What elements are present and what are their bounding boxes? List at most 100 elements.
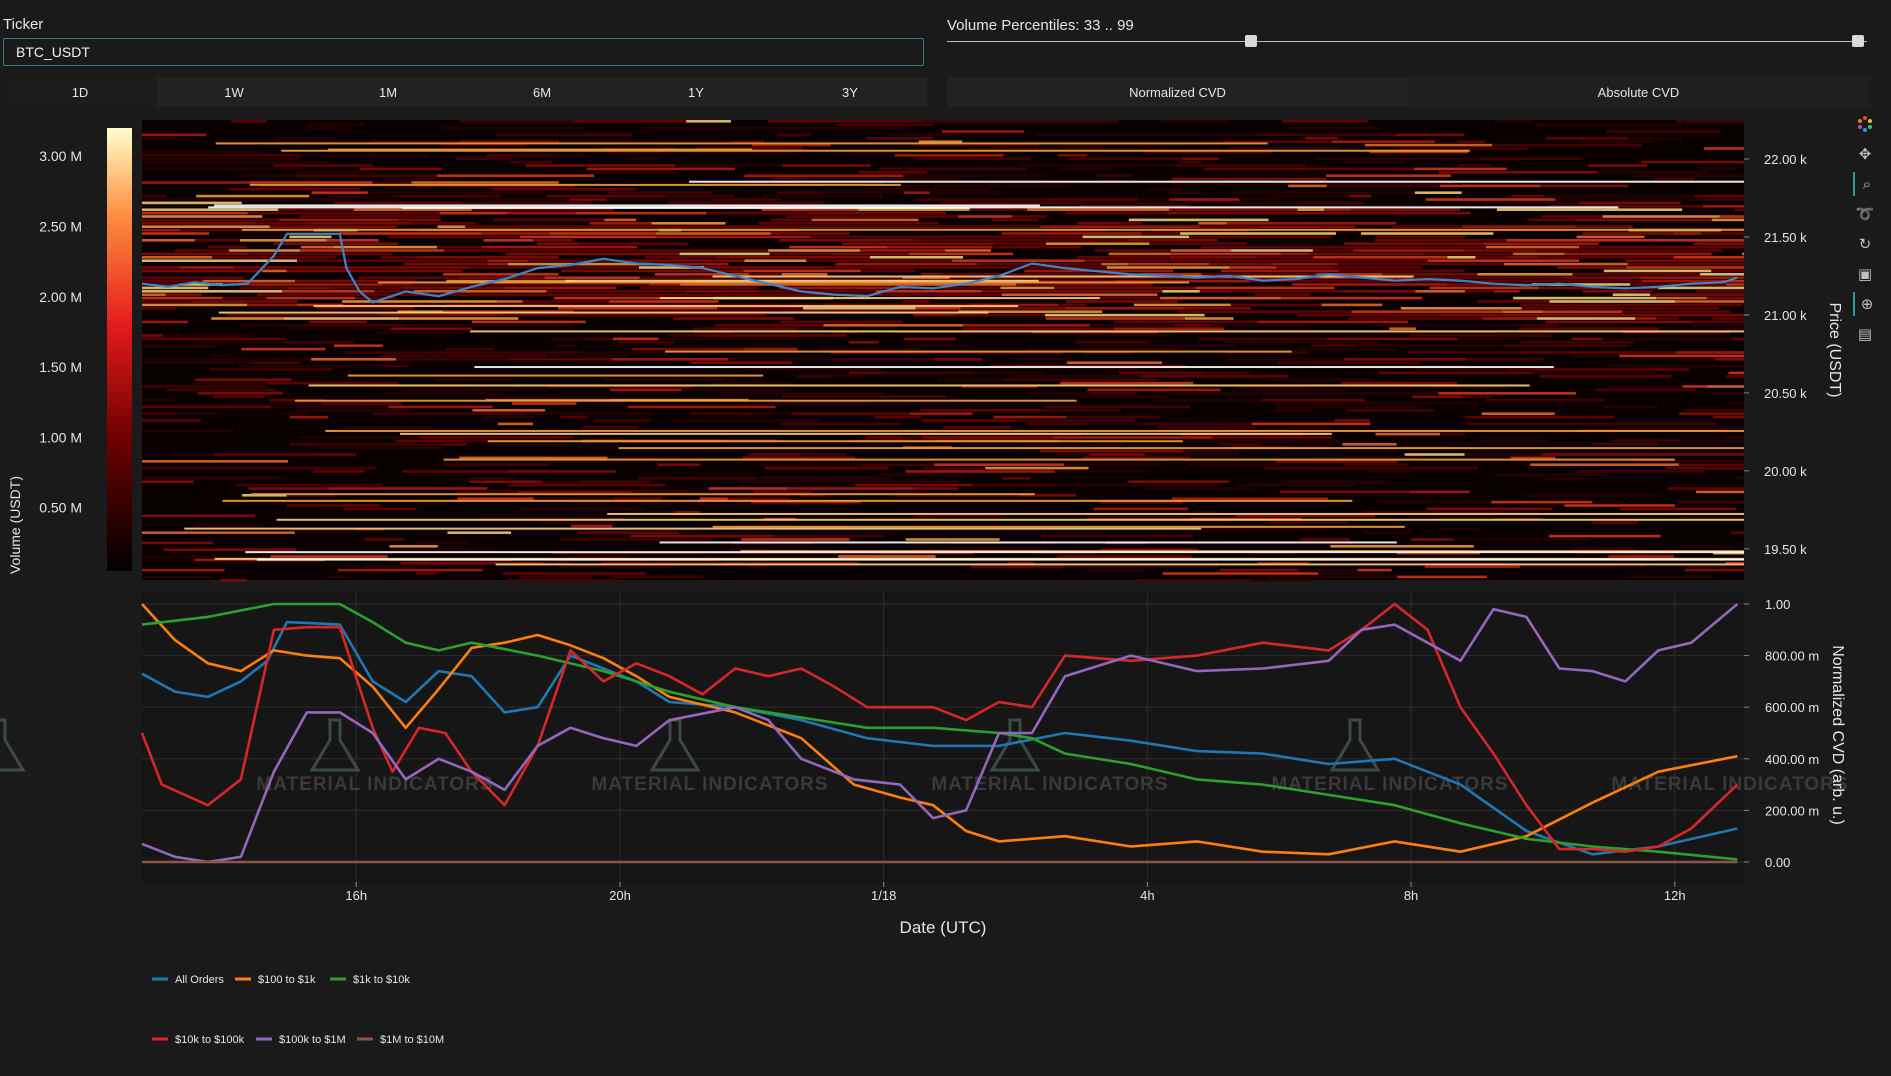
heatmap-cell [1141, 232, 1181, 235]
heatmap-cell [207, 245, 247, 249]
heatmap-cell [658, 337, 799, 341]
heatmap-cell [1270, 521, 1348, 524]
cvd-x-tick-label: 16h [345, 888, 367, 903]
legend-item[interactable]: $10k to $100k [152, 1034, 245, 1046]
heatmap-cell [765, 225, 799, 228]
heatmap-level [495, 563, 1744, 566]
heatmap-cell [279, 218, 399, 222]
heatmap-cell [1426, 507, 1553, 511]
heatmap-cell [1612, 439, 1681, 443]
heatmap-cell [1316, 157, 1444, 160]
heatmap-cell [375, 330, 462, 334]
heatmap-cell [777, 133, 810, 137]
legend-label: All Orders [175, 974, 224, 986]
cvd-x-tick-label: 8h [1404, 888, 1418, 903]
heatmap-cell [689, 412, 752, 415]
heatmap-cell [559, 565, 674, 568]
heatmap-cell [142, 211, 248, 215]
heatmap-cell [613, 225, 766, 228]
heatmap-cell [767, 120, 922, 123]
heatmap-cell [780, 320, 903, 324]
heatmap-cell [921, 419, 1017, 422]
heatmap-cell [901, 436, 923, 439]
heatmap-cell [481, 232, 550, 235]
heatmap-level [245, 551, 1745, 554]
heatmap-cell [1065, 300, 1178, 303]
heatmap-cell [255, 222, 306, 225]
heatmap-cell [1105, 368, 1138, 371]
heatmap-cell [738, 480, 867, 483]
heatmap-cell [1250, 388, 1348, 392]
legend-item[interactable]: All Orders [152, 974, 224, 986]
heatmap-cell [238, 364, 382, 368]
cvd-x-tick-label: 4h [1140, 888, 1154, 903]
heatmap-cell [297, 259, 379, 262]
heatmap-cell [1027, 347, 1174, 351]
legend-item[interactable]: $100k to $1M [256, 1034, 346, 1046]
heatmap-cell [484, 415, 534, 419]
heatmap-cell [1115, 259, 1146, 262]
heatmap-cell [669, 201, 824, 205]
heatmap-cell [220, 579, 247, 582]
heatmap-cell [1700, 232, 1744, 235]
heatmap-cell [860, 249, 946, 252]
heatmap-cell [1087, 388, 1221, 392]
heatmap-cell [1230, 303, 1322, 307]
heatmap-cell [605, 198, 713, 201]
heatmap-cell [1464, 453, 1542, 456]
heatmap-cell [1457, 337, 1519, 341]
heatmap-level [242, 228, 1744, 231]
heatmap-cell [269, 225, 397, 228]
heatmap-cell [913, 313, 957, 317]
heatmap-cell [458, 276, 545, 279]
heatmap-cell [476, 324, 573, 327]
heatmap-cell [314, 446, 445, 449]
heatmap-cell [210, 354, 232, 358]
heatmap-cell [835, 123, 934, 126]
legend-item[interactable]: $1M to $10M [357, 1034, 444, 1046]
heatmap-cell [1532, 371, 1658, 375]
heatmap-cell [246, 303, 298, 307]
legend-item[interactable]: $1k to $10k [330, 974, 410, 986]
heatmap-cell [699, 497, 728, 500]
colorbar-tick-label: 1.50 M [39, 359, 82, 375]
heatmap-cell [1119, 222, 1142, 225]
heatmap-cell [835, 262, 977, 266]
heatmap-cell [1027, 392, 1091, 395]
heatmap-cell [553, 154, 584, 157]
legend-item[interactable]: $100 to $1k [235, 974, 316, 986]
heatmap-cell [326, 239, 379, 242]
heatmap-cell [873, 242, 995, 245]
heatmap-cell [1183, 449, 1241, 453]
heatmap-cell [142, 361, 253, 364]
heatmap-cell [374, 194, 400, 198]
heatmap-level [184, 527, 1202, 530]
heatmap-cell [1693, 242, 1724, 245]
heatmap-cell [952, 259, 1085, 262]
heatmap-cell [1571, 337, 1602, 341]
heatmap-cell [1463, 249, 1537, 252]
heatmap-cell [920, 409, 1040, 412]
heatmap-cell [1063, 463, 1162, 466]
heatmap-cell [435, 327, 472, 330]
heatmap-cell [465, 225, 552, 228]
heatmap-cell [1523, 324, 1559, 327]
heatmap-cell [1263, 466, 1385, 470]
heatmap-cell [812, 490, 922, 494]
heatmap-cell [1382, 273, 1478, 276]
heatmap-cell [738, 317, 795, 320]
heatmap-cell [1351, 310, 1503, 313]
heatmap-cell [1276, 266, 1334, 269]
heatmap-cell [402, 470, 509, 473]
heatmap-cell [1404, 324, 1466, 327]
heatmap-cell [1275, 409, 1313, 412]
heatmap-cell [142, 181, 251, 184]
heatmap-cell [142, 568, 225, 572]
price-axis-ticks: 19.50 k 20.00 k 20.50 k 21.00 k 21.50 k 22.00… [1744, 152, 1807, 557]
heatmap-cell [1159, 120, 1229, 123]
heatmap-cell [1201, 273, 1317, 276]
heatmap-cell [227, 313, 380, 317]
heatmap-cell [522, 300, 610, 303]
heatmap-cell [446, 347, 495, 351]
heatmap-cell [142, 194, 166, 198]
